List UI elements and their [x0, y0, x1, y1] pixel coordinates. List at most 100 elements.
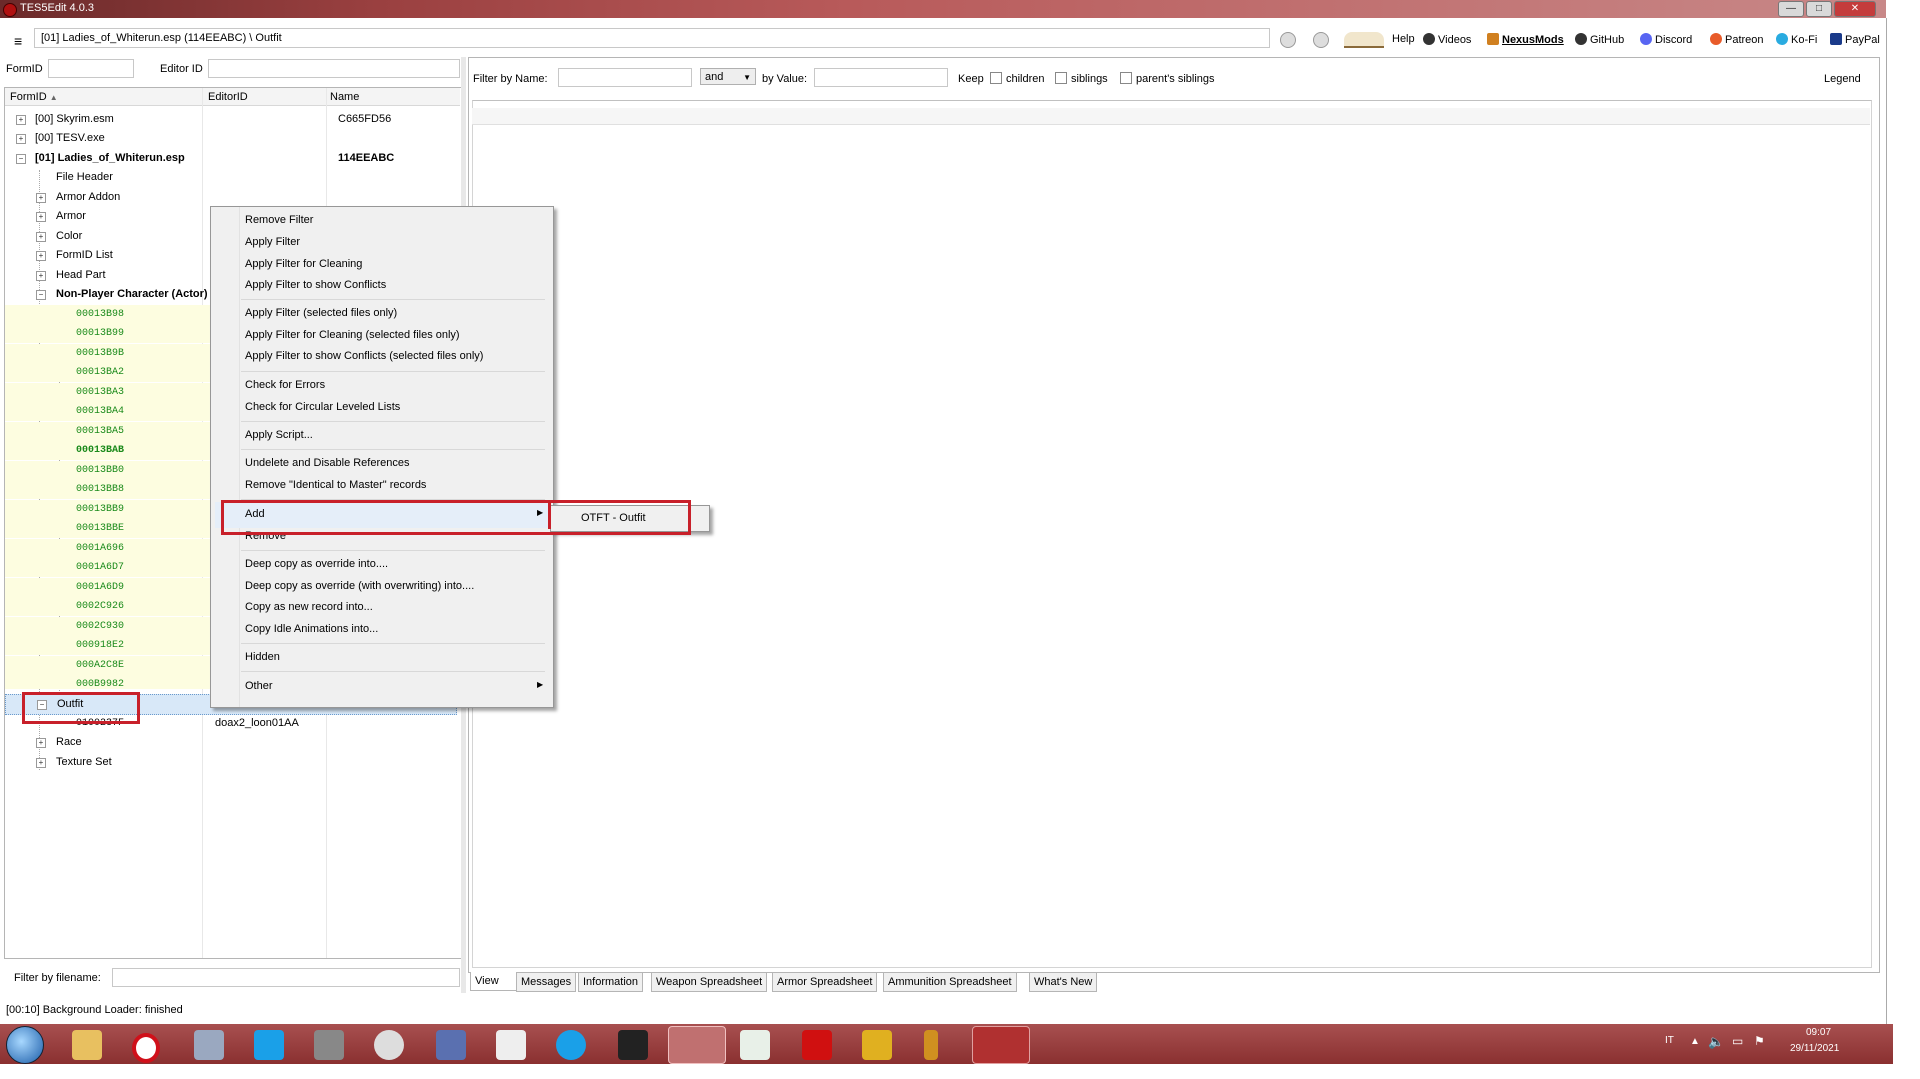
menu-item-undelete-disable-references[interactable]: Undelete and Disable References: [245, 457, 410, 469]
menu-gutter: [239, 207, 240, 707]
start-button-icon[interactable]: [6, 1026, 44, 1064]
editorid-filter-label: Editor ID: [160, 63, 203, 75]
opera-icon[interactable]: [132, 1033, 160, 1063]
opera-taskbar-icon[interactable]: [972, 1026, 1030, 1064]
hamburger-menu-icon[interactable]: ≡: [14, 33, 22, 49]
f-app-icon[interactable]: [802, 1030, 832, 1060]
github-link[interactable]: GitHub: [1575, 33, 1624, 46]
menu-item-remove-filter[interactable]: Remove Filter: [245, 214, 313, 226]
language-indicator[interactable]: IT: [1665, 1035, 1674, 1046]
menu-item-deep-copy-override[interactable]: Deep copy as override into....: [245, 558, 388, 570]
expand-icon[interactable]: +: [16, 115, 26, 125]
formid-filter-input[interactable]: [48, 59, 134, 78]
network-icon[interactable]: ▭: [1732, 1034, 1743, 1048]
tree-node-tesv-exe[interactable]: + [00] TESV.exe: [5, 129, 455, 148]
menu-item-check-errors[interactable]: Check for Errors: [245, 379, 325, 391]
menu-item-other[interactable]: Other: [245, 680, 273, 692]
volume-app-icon[interactable]: [314, 1030, 344, 1060]
tree-node-armor-addon[interactable]: + Armor Addon: [5, 188, 455, 207]
flag-icon[interactable]: ⚑: [1754, 1034, 1765, 1048]
menu-item-apply-filter-cleaning-selected[interactable]: Apply Filter for Cleaning (selected file…: [245, 329, 460, 341]
patreon-link[interactable]: Patreon: [1710, 33, 1764, 46]
menu-item-remove-identical-to-master[interactable]: Remove "Identical to Master" records: [245, 479, 426, 491]
menu-item-apply-filter[interactable]: Apply Filter: [245, 236, 300, 248]
menu-item-apply-filter-selected[interactable]: Apply Filter (selected files only): [245, 307, 397, 319]
keep-parents-siblings-checkbox[interactable]: parent's siblings: [1120, 72, 1215, 85]
column-header-name[interactable]: Name: [330, 91, 359, 103]
github-icon: [1575, 33, 1587, 45]
music-icon[interactable]: [254, 1030, 284, 1060]
tab-weapon-spreadsheet[interactable]: Weapon Spreadsheet: [651, 972, 768, 992]
clock-date[interactable]: 29/11/2021: [1790, 1043, 1839, 1054]
minimize-button[interactable]: —: [1778, 1, 1804, 17]
tools-icon[interactable]: [496, 1030, 526, 1060]
videos-link[interactable]: Videos: [1423, 33, 1471, 46]
maximize-button[interactable]: □: [1806, 1, 1832, 17]
tab-armor-spreadsheet[interactable]: Armor Spreadsheet: [772, 972, 878, 992]
tree-node-file-header[interactable]: File Header: [5, 168, 455, 187]
mmm-icon[interactable]: [618, 1030, 648, 1060]
help-link[interactable]: Help: [1392, 33, 1415, 45]
tree-node-texture-set[interactable]: + Texture Set: [5, 753, 455, 772]
speaker-icon[interactable]: 🔈: [1708, 1034, 1724, 1050]
tree-node-skyrim-esm[interactable]: + [00] Skyrim.esm C665FD56: [5, 110, 455, 129]
expand-icon[interactable]: +: [36, 232, 46, 242]
filter-operator-select[interactable]: and ▼: [700, 68, 756, 85]
forward-icon[interactable]: [1313, 32, 1329, 48]
keep-children-checkbox[interactable]: children: [990, 72, 1045, 85]
arrow-app-icon[interactable]: [924, 1030, 938, 1060]
explorer-icon[interactable]: [72, 1030, 102, 1060]
ffdec-icon[interactable]: [374, 1030, 404, 1060]
menu-item-check-circular-leveled-lists[interactable]: Check for Circular Leveled Lists: [245, 401, 400, 413]
menu-item-copy-new-record[interactable]: Copy as new record into...: [245, 601, 373, 613]
tab-whats-new[interactable]: What's New: [1029, 972, 1098, 992]
expand-icon[interactable]: +: [16, 134, 26, 144]
tree-node-ladies-of-whiterun[interactable]: − [01] Ladies_of_Whiterun.esp 114EEABC: [5, 149, 455, 168]
filter-name-input[interactable]: [558, 68, 692, 87]
menu-item-deep-copy-override-overwriting[interactable]: Deep copy as override (with overwriting)…: [245, 580, 474, 592]
menu-item-apply-script[interactable]: Apply Script...: [245, 429, 313, 441]
collapse-icon[interactable]: −: [36, 290, 46, 300]
clock-time[interactable]: 09:07: [1806, 1027, 1831, 1038]
column-header-formid[interactable]: FormID ▲: [10, 91, 58, 103]
chart-app-icon[interactable]: [862, 1030, 892, 1060]
expand-icon[interactable]: +: [36, 271, 46, 281]
skype-icon[interactable]: [556, 1030, 586, 1060]
expand-icon[interactable]: +: [36, 738, 46, 748]
paypal-link[interactable]: PayPal: [1830, 33, 1880, 46]
paypal-icon: [1830, 33, 1842, 45]
menu-item-apply-filter-cleaning[interactable]: Apply Filter for Cleaning: [245, 258, 362, 270]
tab-view[interactable]: View: [470, 972, 518, 991]
expand-icon[interactable]: +: [36, 212, 46, 222]
expand-icon[interactable]: +: [36, 758, 46, 768]
nexusmods-link[interactable]: NexusMods: [1487, 33, 1564, 46]
editorid-filter-input[interactable]: [208, 59, 460, 78]
keep-siblings-checkbox[interactable]: siblings: [1055, 72, 1108, 85]
expand-icon[interactable]: +: [36, 251, 46, 261]
tab-messages[interactable]: Messages: [516, 972, 577, 992]
filter-filename-label: Filter by filename:: [14, 972, 101, 984]
tes5edit-taskbar-icon[interactable]: [668, 1026, 726, 1064]
collapse-icon[interactable]: −: [16, 154, 26, 164]
back-icon[interactable]: [1280, 32, 1296, 48]
menu-item-apply-filter-conflicts[interactable]: Apply Filter to show Conflicts: [245, 279, 386, 291]
kofi-link[interactable]: Ko-Fi: [1776, 33, 1817, 46]
tab-ammunition-spreadsheet[interactable]: Ammunition Spreadsheet: [883, 972, 1017, 992]
pen-icon[interactable]: [436, 1030, 466, 1060]
menu-item-copy-idle-animations[interactable]: Copy Idle Animations into...: [245, 623, 378, 635]
media-icon[interactable]: [194, 1030, 224, 1060]
legend-button[interactable]: Legend: [1824, 73, 1861, 85]
notepad-icon[interactable]: [740, 1030, 770, 1060]
tab-information[interactable]: Information: [578, 972, 644, 992]
menu-item-hidden[interactable]: Hidden: [245, 651, 280, 663]
record-path-field[interactable]: [01] Ladies_of_Whiterun.esp (114EEABC) \…: [34, 28, 1270, 48]
tree-node-race[interactable]: + Race: [5, 733, 455, 752]
menu-item-apply-filter-conflicts-selected[interactable]: Apply Filter to show Conflicts (selected…: [245, 350, 483, 362]
filter-value-input[interactable]: [814, 68, 948, 87]
tray-chevron-icon[interactable]: ▲: [1690, 1036, 1700, 1047]
expand-icon[interactable]: +: [36, 193, 46, 203]
close-button[interactable]: ✕: [1834, 1, 1876, 17]
column-header-editorid[interactable]: EditorID: [208, 91, 248, 103]
filter-filename-input[interactable]: [112, 968, 460, 987]
discord-link[interactable]: Discord: [1640, 33, 1692, 46]
